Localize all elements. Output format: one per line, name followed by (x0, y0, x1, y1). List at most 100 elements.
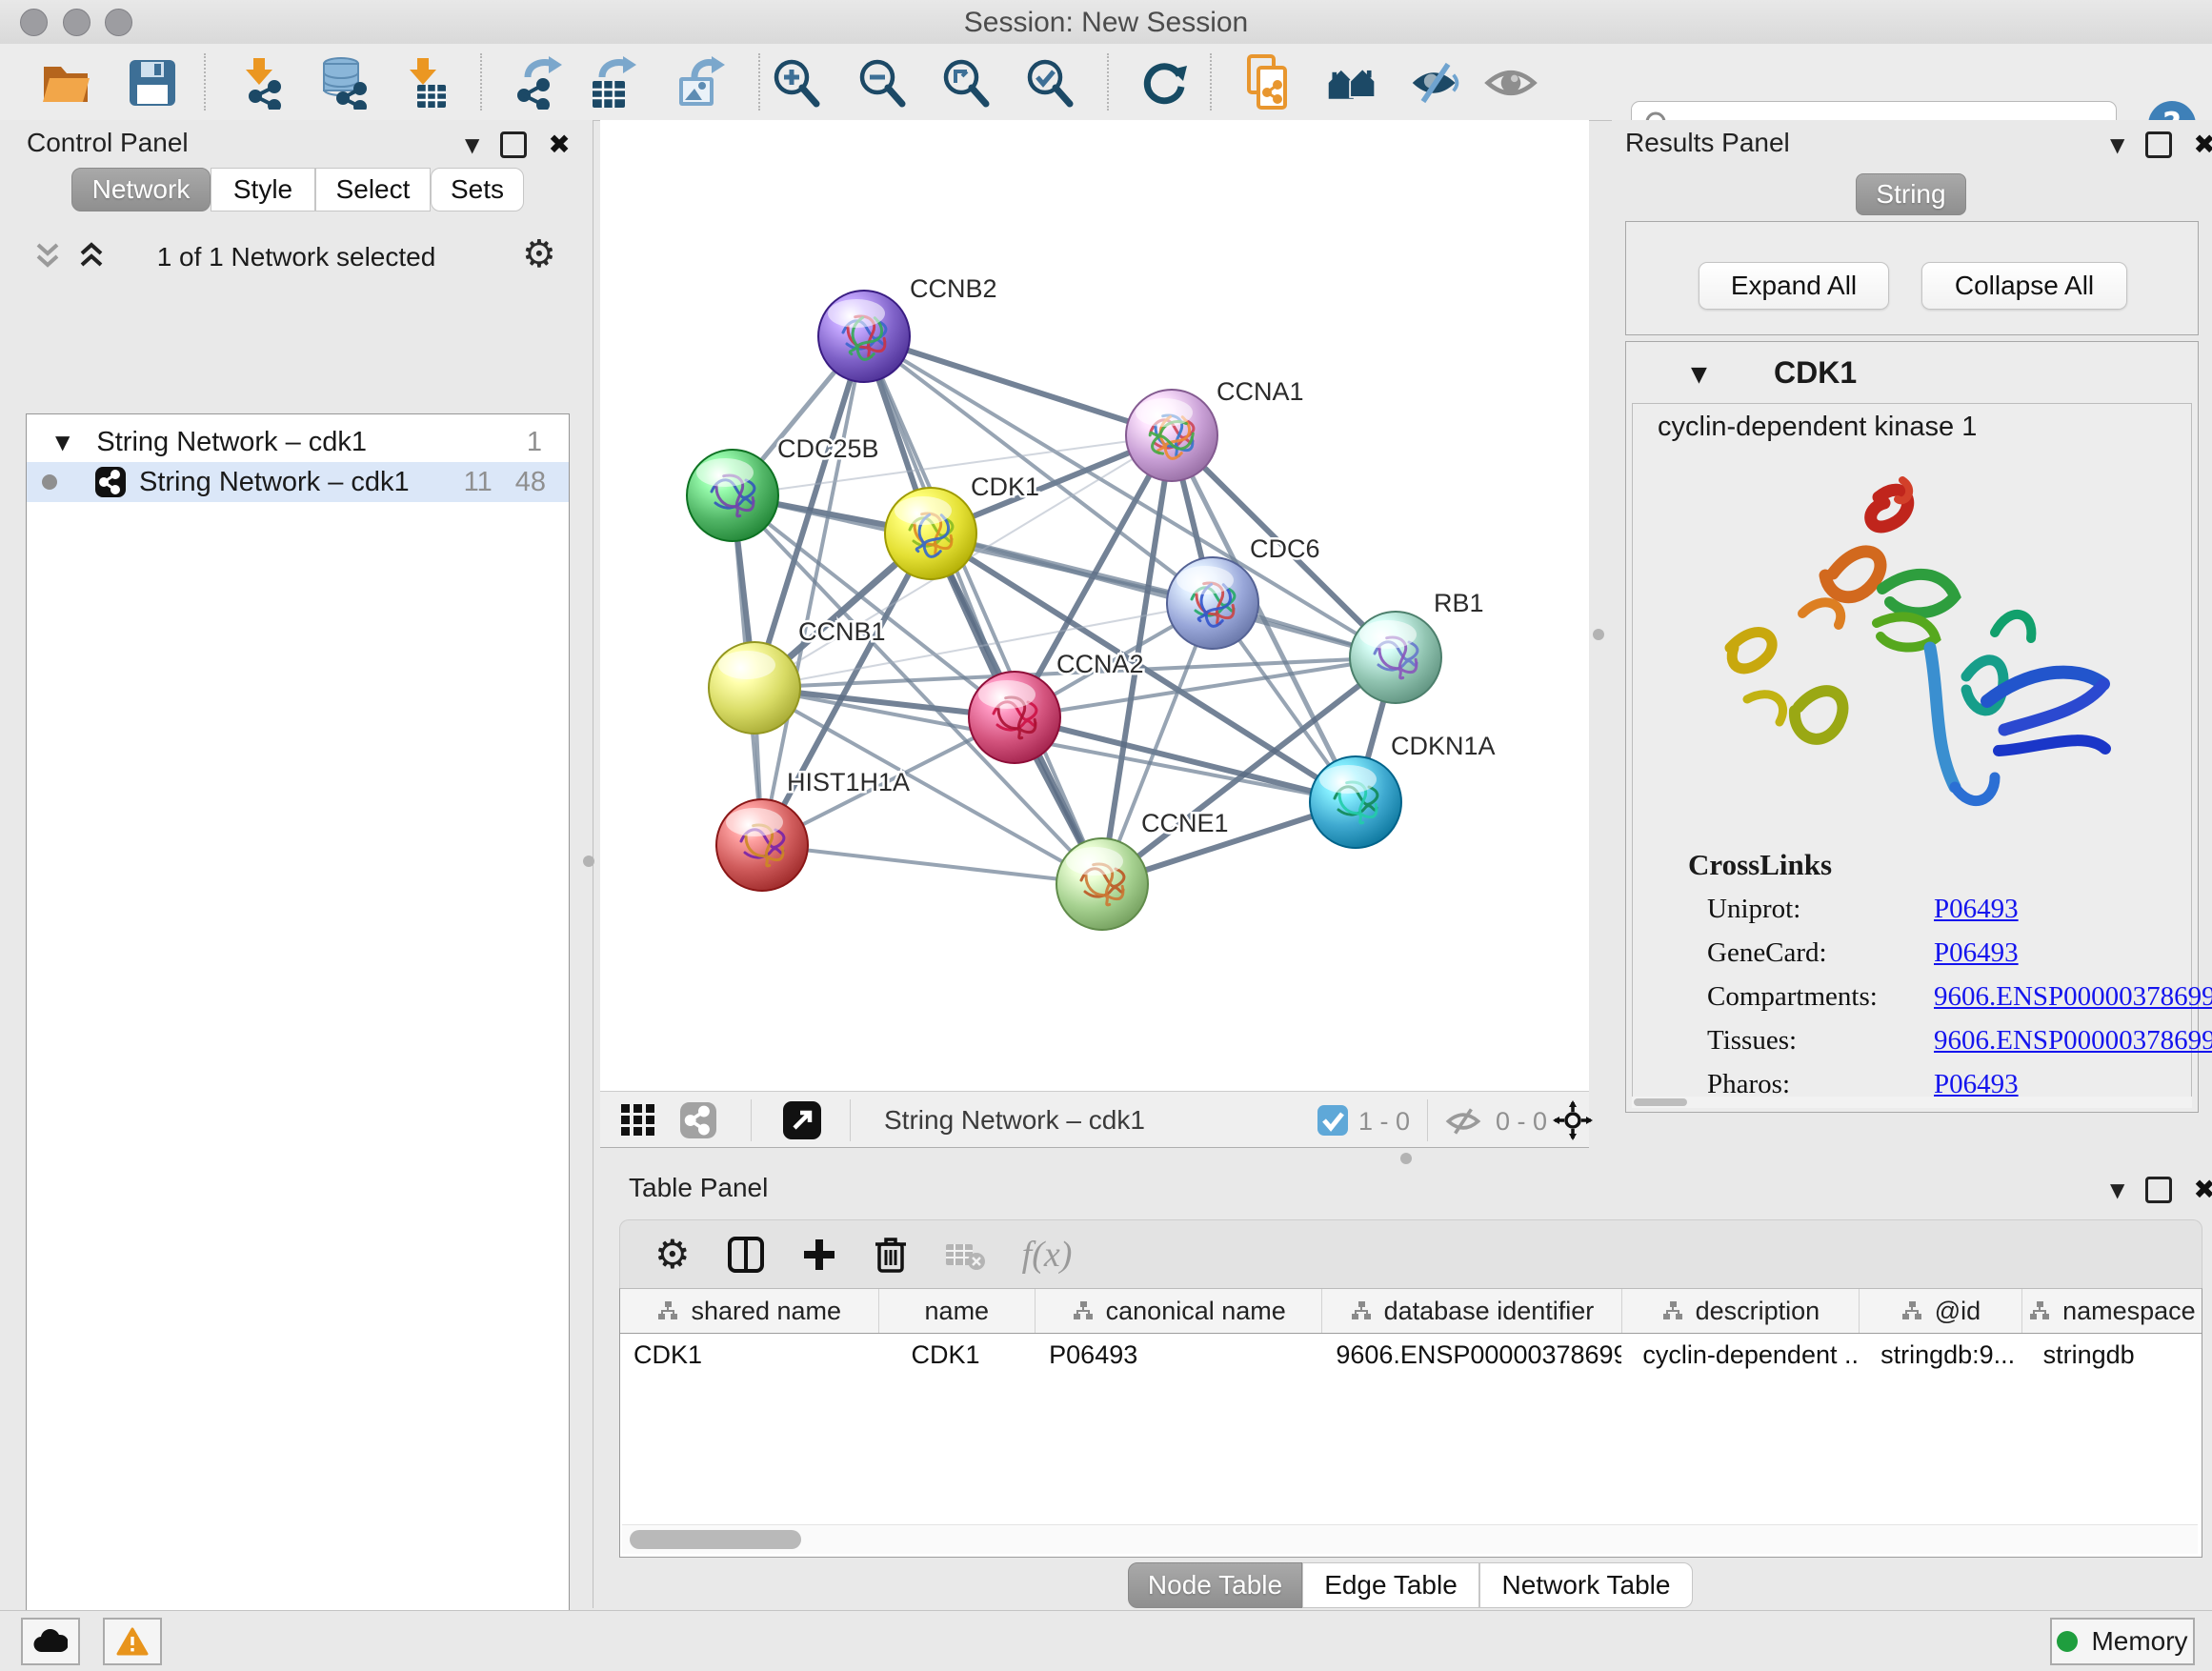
table-panel-float-icon[interactable] (2145, 1177, 2172, 1203)
cell-canonical-name[interactable]: P06493 (1036, 1340, 1322, 1370)
import-network-database-button[interactable] (318, 56, 372, 110)
column-header-name[interactable]: name (879, 1289, 1036, 1333)
crosslink-uniprot-link[interactable]: P06493 (1934, 894, 2019, 925)
duplicate-network-button[interactable] (1241, 56, 1295, 110)
table-options-gear-icon[interactable]: ⚙ (654, 1231, 691, 1278)
gene-expander-icon[interactable]: ▼ (1691, 363, 1707, 387)
open-session-button[interactable] (40, 56, 93, 110)
column-header-shared-name[interactable]: shared name (620, 1289, 879, 1333)
control-panel-close-icon[interactable]: ✖ (548, 134, 570, 155)
birds-eye-toggle-icon[interactable] (1553, 1100, 1593, 1140)
table-panel-close-icon[interactable]: ✖ (2193, 1179, 2212, 1200)
zoom-out-button[interactable] (856, 56, 910, 110)
export-network-button[interactable] (511, 56, 564, 110)
column-header-namespace[interactable]: namespace (2022, 1289, 2202, 1333)
column-header-database-identifier[interactable]: database identifier (1322, 1289, 1621, 1333)
edge-HIST1H1A-CCNE1[interactable] (762, 845, 1102, 884)
tab-edge-table[interactable]: Edge Table (1302, 1562, 1479, 1608)
column-header-description[interactable]: description (1622, 1289, 1860, 1333)
edge-CCNB2-CCNE1[interactable] (864, 336, 1102, 884)
node-CCNB2[interactable] (818, 291, 910, 382)
zoom-selected-button[interactable] (1024, 56, 1077, 110)
tab-sets[interactable]: Sets (431, 168, 524, 211)
edge-CCNB2-CCNA1[interactable] (864, 336, 1172, 435)
collection-expander-icon[interactable]: ▼ (55, 431, 70, 453)
control-panel-title: Control Panel (27, 128, 189, 158)
show-columns-icon[interactable] (727, 1236, 765, 1274)
crosslink-tissues-link[interactable]: 9606.ENSP00000378699 (1934, 1025, 2212, 1057)
crosslink-genecard-link[interactable]: P06493 (1934, 937, 2019, 969)
node-CDK1[interactable] (885, 488, 976, 579)
collection-row[interactable]: ▼ String Network – cdk1 1 (27, 422, 569, 462)
expand-all-button[interactable]: Expand All (1699, 262, 1889, 310)
control-panel-menu-icon[interactable]: ▼ (465, 133, 479, 156)
hide-selected-button[interactable] (1409, 56, 1462, 110)
selected-checkbox-icon[interactable] (1317, 1105, 1348, 1136)
control-panel-float-icon[interactable] (500, 131, 527, 158)
network-options-gear-icon[interactable]: ⚙ (522, 232, 556, 276)
cloud-status-button[interactable] (21, 1618, 80, 1665)
node-RB1[interactable] (1350, 612, 1441, 703)
memory-button[interactable]: Memory (2050, 1618, 2195, 1665)
node-HIST1H1A[interactable] (716, 799, 808, 891)
table-row[interactable]: CDK1 CDK1 P06493 9606.ENSP00000378699 cy… (620, 1334, 2202, 1376)
network-canvas[interactable]: CCNB2CCNA1CDC25BCDK1CDC6RB1CCNB1CCNA2CDK… (600, 120, 1589, 1091)
results-panel-close-icon[interactable]: ✖ (2193, 134, 2212, 155)
node-CCNE1[interactable] (1056, 838, 1148, 930)
add-column-icon[interactable] (801, 1237, 837, 1273)
cell-description[interactable]: cyclin-dependent ... (1621, 1340, 1860, 1370)
node-CCNB1[interactable] (709, 642, 800, 734)
crosslink-compartments-link[interactable]: 9606.ENSP00000378699 (1934, 981, 2212, 1013)
tab-network-table[interactable]: Network Table (1479, 1562, 1693, 1608)
cell-name[interactable]: CDK1 (878, 1340, 1036, 1370)
export-table-button[interactable] (585, 56, 638, 110)
apply-layout-button[interactable] (1137, 56, 1191, 110)
tab-select[interactable]: Select (315, 168, 431, 211)
network-graph[interactable]: CCNB2CCNA1CDC25BCDK1CDC6RB1CCNB1CCNA2CDK… (600, 120, 1589, 1091)
table-hscroll-thumb[interactable] (630, 1530, 801, 1549)
grid-view-icon[interactable] (621, 1104, 655, 1137)
node-CDC25B[interactable] (687, 450, 778, 541)
node-CCNA1[interactable] (1126, 390, 1217, 481)
tab-network[interactable]: Network (71, 168, 211, 211)
save-session-button[interactable] (126, 56, 179, 110)
cell-database-identifier[interactable]: 9606.ENSP00000378699 (1322, 1340, 1621, 1370)
export-image-button[interactable] (674, 56, 727, 110)
results-hscrollbar[interactable] (1632, 1097, 2192, 1108)
cloud-icon (33, 1629, 68, 1654)
column-header-canonical-name[interactable]: canonical name (1036, 1289, 1322, 1333)
collapse-all-button[interactable]: Collapse All (1921, 262, 2127, 310)
delete-table-icon[interactable] (944, 1238, 986, 1271)
tab-style[interactable]: Style (211, 168, 315, 211)
node-CCNA2[interactable] (969, 672, 1060, 763)
results-panel-menu-icon[interactable]: ▼ (2110, 133, 2124, 156)
network-row[interactable]: String Network – cdk1 11 48 (27, 462, 569, 502)
cell-id[interactable]: stringdb:9... (1860, 1340, 2022, 1370)
zoom-fit-button[interactable] (940, 56, 994, 110)
detach-view-icon[interactable] (783, 1101, 821, 1139)
warnings-button[interactable] (103, 1618, 162, 1665)
first-neighbors-button[interactable] (1325, 56, 1378, 110)
show-all-button[interactable] (1484, 56, 1538, 110)
node-CDC6[interactable] (1167, 557, 1258, 649)
table-panel-menu-icon[interactable]: ▼ (2110, 1178, 2124, 1201)
zoom-in-button[interactable] (771, 56, 824, 110)
delete-column-trash-icon[interactable] (874, 1235, 908, 1275)
node-CDKN1A[interactable] (1310, 756, 1401, 848)
cell-shared-name[interactable]: CDK1 (620, 1340, 878, 1370)
tab-node-table[interactable]: Node Table (1128, 1562, 1302, 1608)
import-network-file-button[interactable] (234, 56, 288, 110)
horizontal-splitter-handle[interactable] (1400, 1153, 1412, 1164)
right-splitter-handle[interactable] (1593, 629, 1604, 640)
left-splitter-handle[interactable] (583, 856, 594, 867)
import-table-file-button[interactable] (398, 56, 452, 110)
collection-name: String Network – cdk1 (96, 427, 367, 458)
results-panel-float-icon[interactable] (2145, 131, 2172, 158)
function-builder-icon[interactable]: f(x) (1022, 1234, 1073, 1276)
table-hscrollbar[interactable] (622, 1524, 2198, 1554)
column-header-id[interactable]: @id (1860, 1289, 2021, 1333)
results-hscroll-thumb[interactable] (1634, 1098, 1687, 1106)
network-view-icon[interactable] (680, 1102, 716, 1138)
cell-namespace[interactable]: stringdb (2022, 1340, 2202, 1370)
tab-string[interactable]: String (1856, 173, 1966, 215)
